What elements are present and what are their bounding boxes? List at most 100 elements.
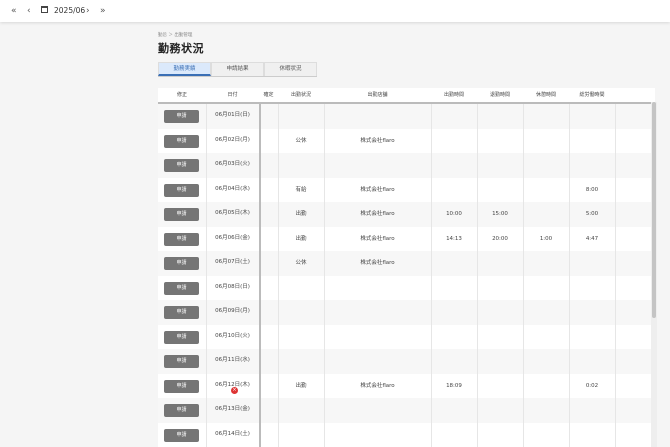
- cell-confirmed: [259, 300, 278, 325]
- apply-button[interactable]: 申請: [164, 208, 199, 221]
- cell-break-time: [523, 374, 569, 399]
- apply-button[interactable]: 申請: [164, 330, 199, 344]
- cell-confirmed: [259, 276, 278, 301]
- cell-store: 株式会社flaro: [360, 260, 395, 266]
- current-month[interactable]: 2025/06: [54, 4, 85, 18]
- table-row: 申請 06月10日(火): [158, 324, 655, 350]
- cell-start-time: 14:13: [446, 235, 462, 242]
- column-divider: [615, 422, 616, 447]
- apply-button[interactable]: 申請: [164, 379, 199, 393]
- cell-status: [278, 349, 324, 374]
- table-row: 申請 06月12日(木) 出勤 株式会社flaro 18:09 0:02 ×: [158, 373, 655, 399]
- cell-store: [324, 349, 431, 374]
- cell-date: 06月10日(火): [215, 332, 250, 339]
- table-row: 申請 06月01日(日): [158, 104, 655, 130]
- apply-button[interactable]: 申請: [164, 159, 199, 172]
- cell-total-hours: 5:00: [585, 211, 599, 217]
- last-month-icon[interactable]: »: [100, 4, 106, 18]
- cell-status: [278, 398, 324, 423]
- column-divider: [615, 104, 616, 129]
- cell-store: [324, 300, 431, 325]
- cell-confirmed: [259, 251, 278, 276]
- cell-end-time: [477, 178, 523, 203]
- column-divider: [615, 398, 616, 423]
- header-confirmed: 確定: [263, 92, 274, 98]
- table-row: 申請 06月06日(金) 出勤 株式会社flaro 14:13 20:00 1:00 4:47: [158, 226, 655, 252]
- prev-month-icon[interactable]: ‹: [27, 4, 31, 18]
- scrollbar-thumb[interactable]: [652, 102, 656, 318]
- cell-total-hours: [569, 325, 615, 350]
- cell-confirmed: [259, 325, 278, 350]
- tab-leave-status[interactable]: 休暇状況: [264, 62, 317, 76]
- table-row: 申請 06月14日(土): [158, 422, 655, 447]
- cell-start-time: 10:00: [446, 211, 462, 217]
- top-toolbar: « ‹ 2025/06 › »: [0, 0, 670, 22]
- apply-button[interactable]: 申請: [164, 428, 199, 442]
- cell-status: 出勤: [295, 382, 307, 389]
- apply-button[interactable]: 申請: [164, 355, 199, 368]
- cell-store: [324, 325, 431, 350]
- cell-total-hours: 0:02: [585, 382, 599, 389]
- cell-start-time: [431, 325, 477, 350]
- cell-date: 06月11日(水): [215, 357, 250, 363]
- cell-date: 06月13日(金): [215, 406, 250, 412]
- column-divider: [615, 324, 616, 349]
- cell-break-time: [523, 178, 569, 203]
- table-row: 申請 06月02日(月) 公休 株式会社flaro: [158, 128, 655, 154]
- cell-end-time: 20:00: [492, 235, 508, 242]
- cell-total-hours: [569, 104, 615, 129]
- cell-start-time: [431, 349, 477, 374]
- cell-date: 06月09日(月): [215, 308, 250, 314]
- cell-status: 公休: [295, 260, 307, 266]
- cell-confirmed: [259, 153, 278, 178]
- attendance-table: 修正 日付 確定 出勤状況 出勤店舗 出勤時間 退勤時間 休憩時間 総労働時間 …: [158, 88, 655, 447]
- cell-end-time: [477, 423, 523, 447]
- apply-button[interactable]: 申請: [164, 134, 199, 148]
- cell-store: [324, 423, 431, 447]
- apply-button[interactable]: 申請: [164, 110, 199, 123]
- column-divider: [615, 373, 616, 398]
- header-date: 日付: [227, 92, 238, 98]
- tab-application-result[interactable]: 申請結果: [211, 62, 264, 76]
- cell-store: 株式会社flaro: [360, 382, 395, 389]
- cell-break-time: [523, 398, 569, 423]
- column-divider: [615, 349, 616, 374]
- cell-date: 06月04日(水): [215, 185, 250, 192]
- cell-status: [278, 423, 324, 447]
- cell-confirmed: [259, 178, 278, 203]
- apply-button[interactable]: 申請: [164, 183, 199, 197]
- apply-button[interactable]: 申請: [164, 232, 199, 246]
- cell-store: 株式会社flaro: [360, 137, 395, 144]
- cell-end-time: [477, 251, 523, 276]
- apply-button[interactable]: 申請: [164, 306, 199, 319]
- apply-button[interactable]: 申請: [164, 404, 199, 417]
- error-icon[interactable]: ×: [231, 386, 238, 394]
- cell-start-time: [431, 398, 477, 423]
- cell-status: 公休: [295, 137, 307, 144]
- tab-work-record[interactable]: 勤務実績: [158, 62, 211, 76]
- apply-button[interactable]: 申請: [164, 257, 199, 270]
- column-divider: [615, 300, 616, 325]
- cell-break-time: [523, 202, 569, 227]
- cell-date: 06月01日(日): [215, 112, 250, 118]
- cell-break-time: [523, 349, 569, 374]
- cell-confirmed: [259, 398, 278, 423]
- cell-store: [324, 276, 431, 301]
- breadcrumb: 勤怠 ＞ 出勤管理: [158, 33, 193, 38]
- cell-date: 06月06日(金): [215, 234, 250, 241]
- first-month-icon[interactable]: «: [11, 4, 17, 18]
- cell-store: 株式会社flaro: [360, 211, 395, 217]
- cell-end-time: [477, 104, 523, 129]
- calendar-icon[interactable]: [41, 6, 48, 13]
- cell-status: [278, 325, 324, 350]
- apply-button[interactable]: 申請: [164, 281, 199, 295]
- cell-date: 06月07日(土): [215, 259, 250, 265]
- table-row: 申請 06月07日(土) 公休 株式会社flaro: [158, 251, 655, 277]
- next-month-icon[interactable]: ›: [86, 4, 90, 18]
- cell-end-time: [477, 349, 523, 374]
- cell-end-time: [477, 398, 523, 423]
- cell-end-time: [477, 374, 523, 399]
- table-row: 申請 06月08日(日): [158, 275, 655, 301]
- cell-end-time: [477, 153, 523, 178]
- cell-end-time: [477, 129, 523, 154]
